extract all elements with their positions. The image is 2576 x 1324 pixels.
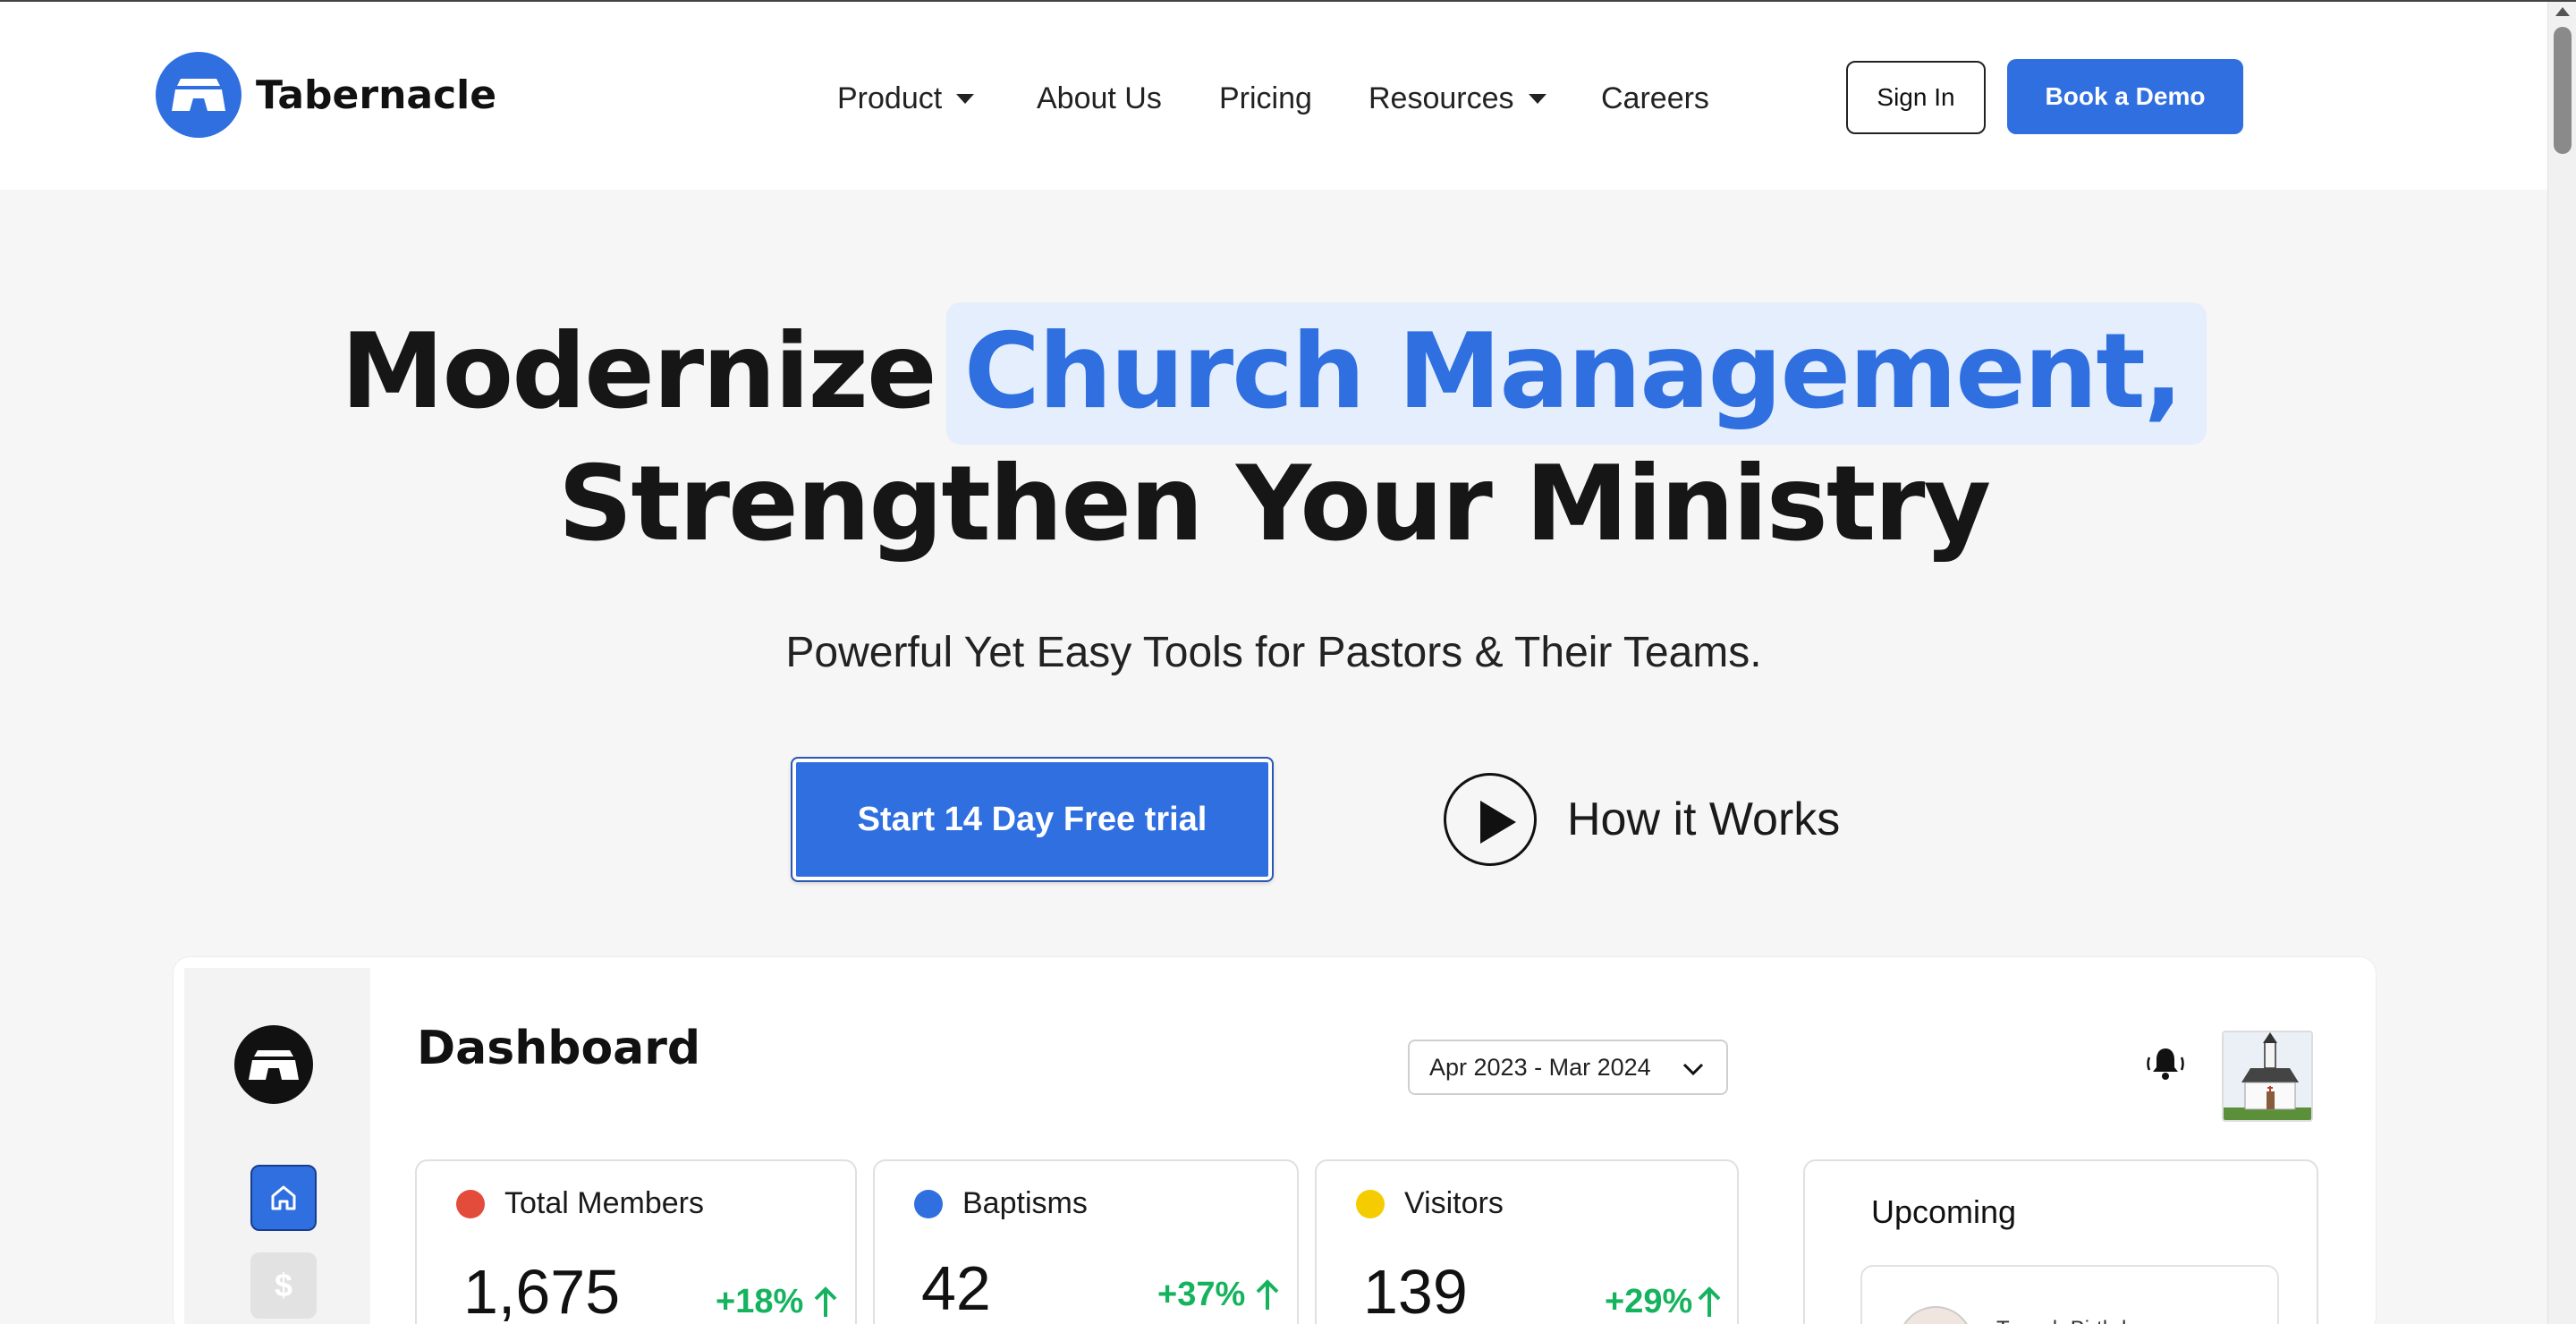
hero-subtitle: Powerful Yet Easy Tools for Pastors & Th… [785, 629, 1762, 676]
stat-header: Baptisms [914, 1186, 1088, 1221]
stat-delta: +29% [1605, 1283, 1724, 1321]
headline-highlight: Church Management, [945, 302, 2207, 445]
how-it-works-label: How it Works [1567, 794, 1841, 845]
arrow-up-icon [1256, 1278, 1279, 1310]
stat-delta: +18% [716, 1283, 841, 1321]
nav-item-label: Product [837, 81, 943, 115]
dashboard-title: Dashboard [417, 1022, 701, 1075]
nav-item-label: Pricing [1219, 81, 1312, 115]
status-dot [914, 1189, 943, 1218]
stat-delta: +37% [1157, 1276, 1283, 1314]
dollar-icon[interactable]: $ [250, 1252, 317, 1319]
book-demo-button[interactable]: Book a Demo [2007, 59, 2243, 134]
stat-header: Visitors [1356, 1186, 1504, 1221]
status-dot [456, 1189, 485, 1218]
stat-value: 42 [921, 1253, 991, 1323]
tabernacle-logo-icon [156, 52, 242, 138]
nav-item-label: Resources [1368, 81, 1514, 115]
how-it-works-link[interactable]: How it Works [1444, 773, 1840, 866]
stat-value: 1,675 [463, 1257, 621, 1324]
arrow-up-icon [1698, 1286, 1721, 1317]
stat-delta-value: +18% [716, 1283, 804, 1320]
nav-item-pricing[interactable]: Pricing [1219, 73, 1312, 123]
stat-value: 139 [1363, 1257, 1468, 1324]
page-scrollbar[interactable] [2547, 2, 2576, 1324]
nav-item-careers[interactable]: Careers [1601, 73, 1709, 123]
upcoming-item-name: Tessah Birthday [1996, 1317, 2149, 1324]
caret-down-icon [956, 93, 975, 104]
stat-label: Total Members [504, 1186, 704, 1220]
caret-down-icon [1528, 93, 1546, 104]
play-triangle [1480, 801, 1516, 844]
start-free-trial-button[interactable]: Start 14 Day Free trial [791, 757, 1274, 882]
status-dot [1356, 1189, 1385, 1218]
scrollbar-thumb[interactable] [2554, 27, 2572, 154]
stat-label: Visitors [1404, 1186, 1504, 1220]
date-range-select[interactable]: Apr 2023 - Mar 2024 [1408, 1040, 1728, 1095]
site-header: Tabernacle Product About Us Pricing Reso… [0, 2, 2547, 190]
upcoming-panel: Upcoming Tessah Birthday [1803, 1159, 2318, 1324]
stat-header: Total Members [456, 1186, 704, 1221]
nav-item-product[interactable]: Product [837, 73, 975, 123]
nav-item-label: Careers [1601, 81, 1709, 115]
chevron-down-icon [1682, 1063, 1704, 1076]
scroll-up-arrow-icon[interactable] [2555, 7, 2570, 16]
upcoming-title: Upcoming [1871, 1193, 2017, 1230]
brand-name: Tabernacle [256, 72, 497, 118]
hero-headline-line2: Strengthen Your Ministry [557, 444, 1991, 564]
stat-delta-value: +37% [1157, 1276, 1246, 1313]
date-range-value: Apr 2023 - Mar 2024 [1429, 1053, 1651, 1081]
stat-card-total-members[interactable]: Total Members 1,675 +18% [415, 1159, 857, 1324]
hero-headline-line1: Modernize Church Management, [0, 302, 2547, 445]
dashboard-sidebar: $ [184, 968, 370, 1324]
avatar [1898, 1306, 1973, 1324]
home-icon[interactable] [250, 1165, 317, 1231]
nav-item-resources[interactable]: Resources [1368, 73, 1546, 123]
nav-item-label: About Us [1037, 81, 1162, 115]
stat-card-baptisms[interactable]: Baptisms 42 +37% [873, 1159, 1299, 1324]
church-avatar[interactable] [2222, 1031, 2313, 1122]
sign-in-button[interactable]: Sign In [1846, 61, 1986, 134]
stat-card-visitors[interactable]: Visitors 139 +29% [1315, 1159, 1739, 1324]
bell-icon[interactable] [2145, 1043, 2186, 1084]
headline-text: Modernize [341, 311, 937, 432]
dashboard-preview: $ Dashboard Apr 2023 - Mar 2024 Total Me… [174, 957, 2376, 1324]
play-icon[interactable] [1444, 773, 1537, 866]
nav-item-about-us[interactable]: About Us [1037, 73, 1162, 123]
stat-delta-value: +29% [1605, 1283, 1693, 1320]
dashboard-logo-icon [234, 1025, 313, 1104]
brand-logo[interactable]: Tabernacle [156, 52, 496, 138]
arrow-up-icon [814, 1286, 837, 1317]
upcoming-item[interactable]: Tessah Birthday [1860, 1265, 2279, 1324]
stat-label: Baptisms [962, 1186, 1088, 1220]
